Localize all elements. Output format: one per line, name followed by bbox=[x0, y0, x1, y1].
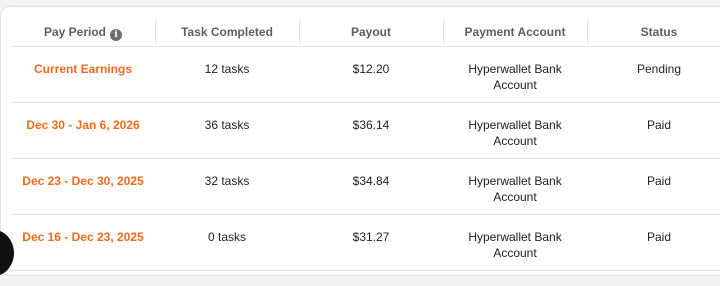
payment-account: Hyperwallet Bank Account bbox=[443, 103, 587, 158]
payout-amount: $34.84 bbox=[352, 174, 390, 188]
header-tasks: Task Completed bbox=[155, 20, 299, 43]
info-icon[interactable]: i bbox=[110, 28, 123, 41]
table-row: Dec 30 - Jan 6, 2026 36 tasks $36.14 Hyp… bbox=[11, 103, 720, 159]
table-row: Dec 23 - Dec 30, 2025 32 tasks $34.84 Hy… bbox=[11, 159, 720, 215]
status-text: Paid bbox=[646, 118, 672, 132]
header-payout: Payout bbox=[299, 20, 443, 43]
payment-account: Hyperwallet Bank Account bbox=[443, 47, 587, 102]
payment-account-text: Hyperwallet Bank Account bbox=[468, 230, 562, 260]
table-header: Pay Period i Task Completed Payout Paymen… bbox=[11, 17, 720, 47]
payout-amount: $36.14 bbox=[352, 118, 390, 132]
payouts-card: Pay Period i Task Completed Payout Paymen… bbox=[0, 6, 720, 276]
payment-account: Hyperwallet Bank Account bbox=[443, 215, 587, 270]
status-text: Pending bbox=[636, 62, 682, 76]
header-pay-period-label: Pay Period bbox=[43, 24, 107, 39]
status-text: Paid bbox=[646, 230, 672, 244]
tasks-count: 12 tasks bbox=[204, 62, 250, 76]
status-text: Paid bbox=[646, 174, 672, 188]
payment-account: Hyperwallet Bank Account bbox=[443, 159, 587, 214]
pay-period-link[interactable]: Dec 16 - Dec 23, 2025 bbox=[11, 215, 155, 270]
table-row: Current Earnings 12 tasks $12.20 Hyperwa… bbox=[11, 47, 720, 103]
tasks-count: 32 tasks bbox=[204, 174, 250, 188]
header-pay-period: Pay Period i bbox=[11, 21, 155, 43]
payout-amount: $12.20 bbox=[352, 62, 390, 76]
pay-period-link[interactable]: Dec 23 - Dec 30, 2025 bbox=[11, 159, 155, 214]
payment-account-text: Hyperwallet Bank Account bbox=[468, 62, 562, 92]
tasks-count: 0 tasks bbox=[207, 230, 246, 244]
pay-period-link[interactable]: Current Earnings bbox=[11, 47, 155, 102]
table-row: Dec 16 - Dec 23, 2025 0 tasks $31.27 Hyp… bbox=[11, 215, 720, 271]
payout-amount: $31.27 bbox=[352, 230, 390, 244]
payment-account-text: Hyperwallet Bank Account bbox=[468, 174, 562, 204]
pay-period-link[interactable]: Dec 30 - Jan 6, 2026 bbox=[11, 103, 155, 158]
header-status: Status bbox=[587, 20, 720, 43]
header-payment-account: Payment Account bbox=[443, 20, 587, 43]
payment-account-text: Hyperwallet Bank Account bbox=[468, 118, 562, 148]
payouts-table: Pay Period i Task Completed Payout Paymen… bbox=[11, 17, 720, 271]
tasks-count: 36 tasks bbox=[204, 118, 250, 132]
